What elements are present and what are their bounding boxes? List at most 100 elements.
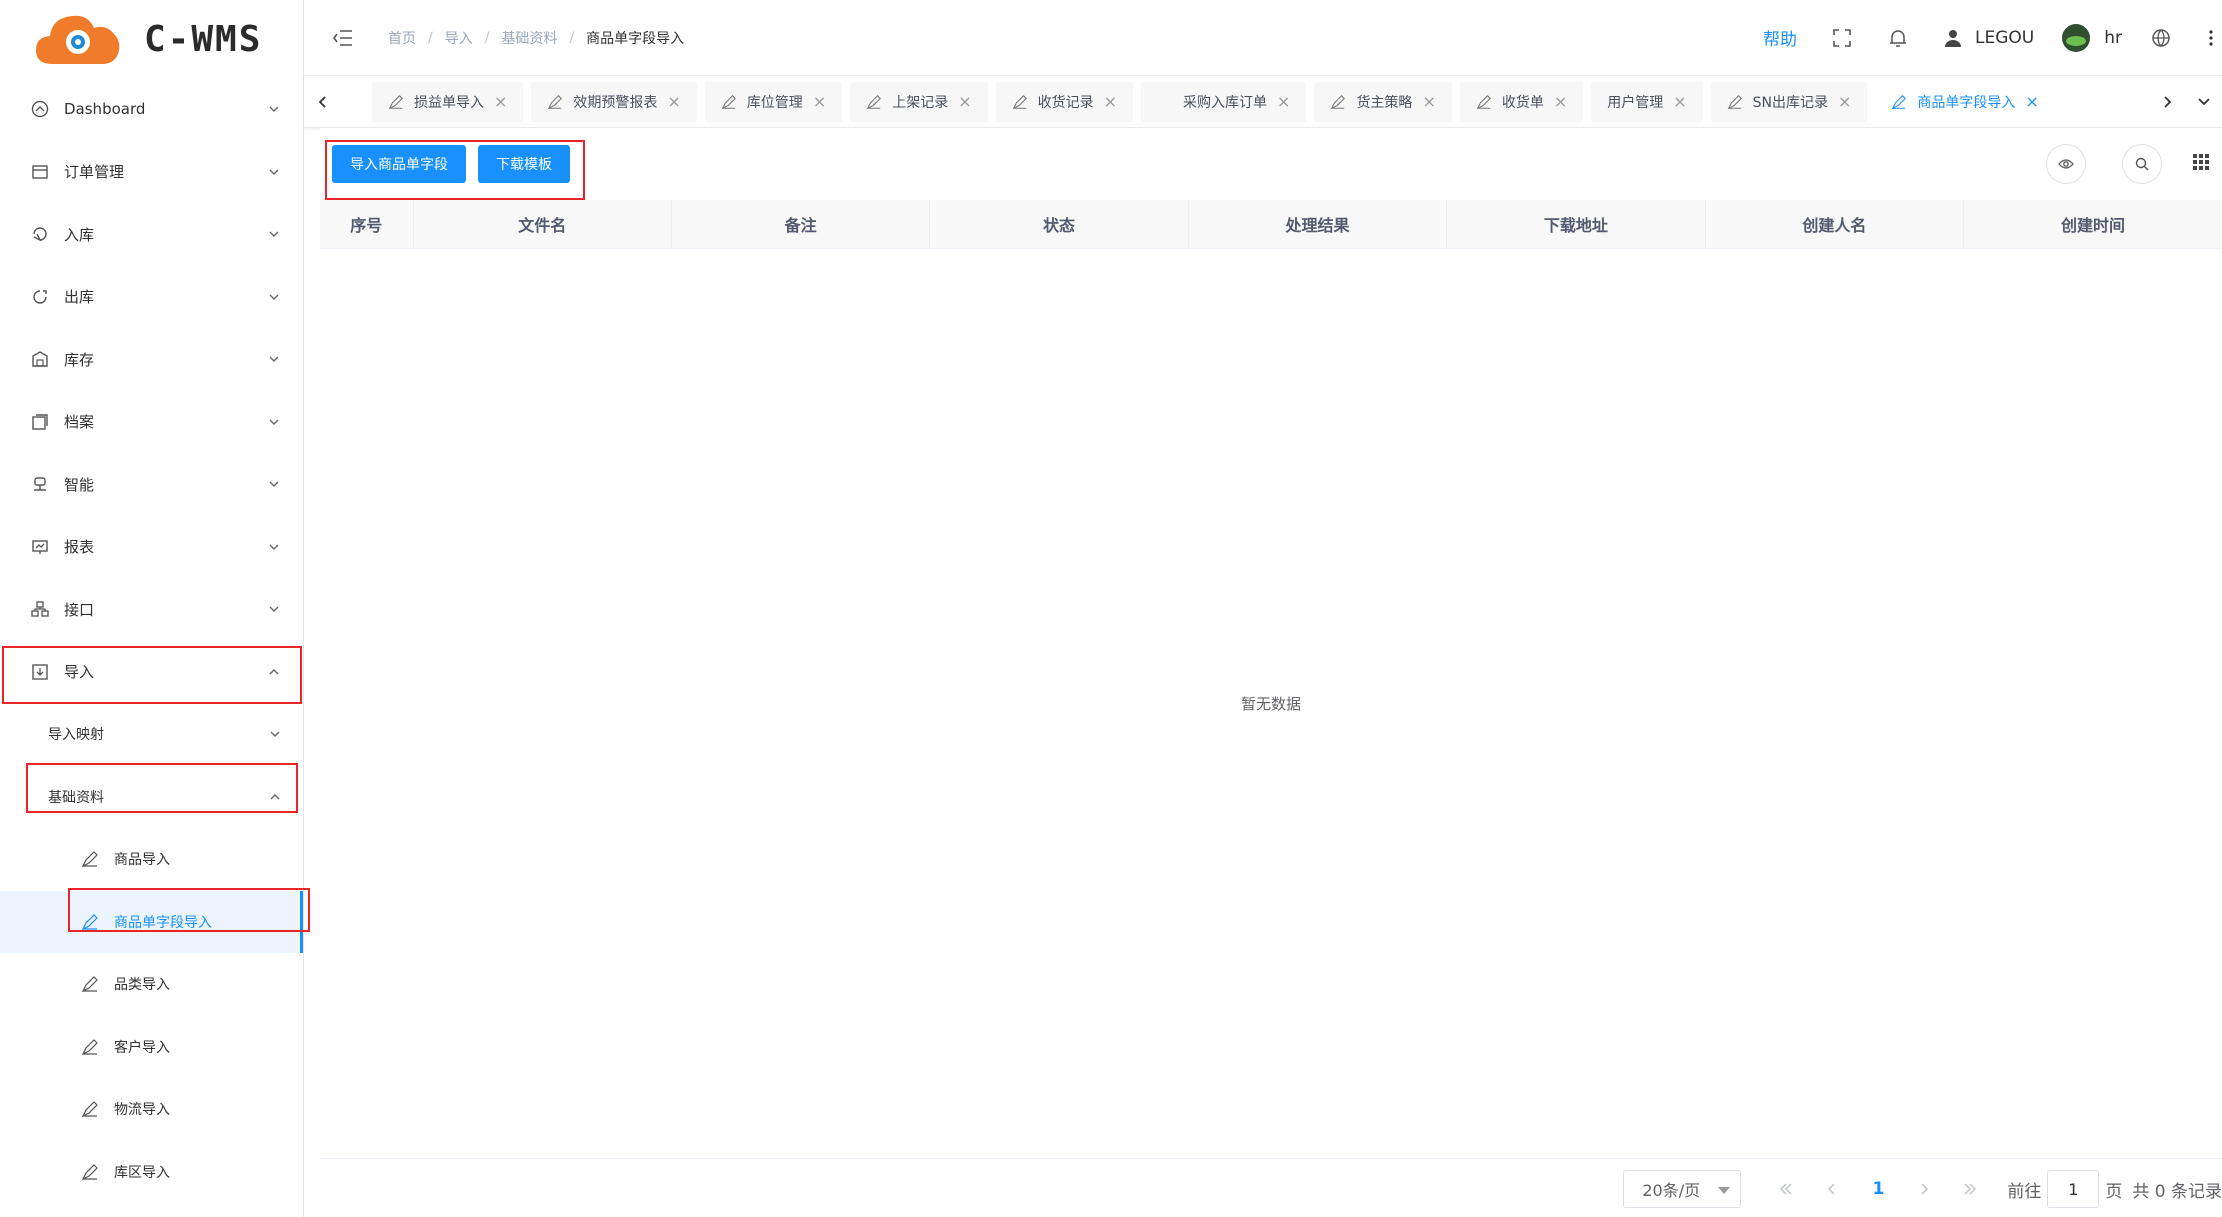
breadcrumb-basic-data[interactable]: 基础资料 (501, 28, 557, 48)
bell-icon[interactable] (1887, 27, 1909, 49)
column-header-status[interactable]: 状态 (929, 200, 1189, 249)
column-header-result[interactable]: 处理结果 (1188, 200, 1448, 249)
tab-receiving-records[interactable]: 收货记录 × (995, 81, 1134, 122)
close-icon[interactable]: × (1673, 92, 1686, 111)
column-header-download-url[interactable]: 下载地址 (1446, 200, 1706, 249)
page-size-select[interactable]: 20条/页 (1623, 1170, 1742, 1208)
breadcrumb: 首页 / 导入 / 基础资料 / 商品单字段导入 (388, 28, 684, 48)
close-icon[interactable]: × (958, 92, 971, 111)
pen-icon (1727, 93, 1745, 111)
avatar[interactable] (2062, 23, 2091, 52)
tabs-dropdown-icon[interactable] (2186, 76, 2222, 128)
chevron-right-icon[interactable] (2150, 76, 2186, 128)
close-icon[interactable]: × (667, 92, 680, 111)
globe-icon[interactable] (2150, 27, 2172, 49)
tab-loss-import[interactable]: 损益单导入 × (372, 81, 524, 122)
import-field-button[interactable]: 导入商品单字段 (332, 145, 466, 183)
chevron-down-icon (269, 726, 281, 742)
close-icon[interactable]: × (1277, 92, 1290, 111)
sidebar-item-product-field-import[interactable]: 商品单字段导入 (0, 890, 303, 953)
tab-owner-strategy[interactable]: 货主策略 × (1314, 81, 1452, 122)
import-icon (30, 662, 50, 682)
cloud-logo-icon (34, 10, 122, 68)
pagination: 20条/页 1 前往 1 页 共 0 条记录 (320, 1161, 2222, 1217)
inventory-icon (30, 349, 50, 369)
pen-icon (80, 912, 100, 932)
tab-label: SN出库记录 (1752, 94, 1829, 111)
eye-icon[interactable] (2046, 144, 2086, 184)
sidebar-item-logistics-import[interactable]: 物流导入 (0, 1078, 303, 1141)
sidebar-item-customer-import[interactable]: 客户导入 (0, 1016, 303, 1079)
column-header-remark[interactable]: 备注 (671, 200, 931, 249)
sidebar-item-label: 导入 (64, 663, 95, 682)
sidebar-item-inbound[interactable]: 入库 (0, 203, 303, 266)
download-template-button[interactable]: 下载模板 (478, 145, 570, 183)
archive-icon (30, 412, 50, 432)
sidebar-item-archive[interactable]: 档案 (0, 391, 303, 454)
sidebar-item-label: 品类导入 (114, 977, 170, 994)
close-icon[interactable]: × (494, 92, 507, 111)
tab-purchase-inbound[interactable]: 采购入库订单 × (1141, 81, 1307, 122)
api-icon (30, 599, 50, 619)
breadcrumb-separator: / (428, 29, 433, 46)
sidebar-item-orders[interactable]: 订单管理 (0, 141, 303, 204)
prev-page-icon[interactable] (1815, 1172, 1849, 1206)
close-icon[interactable]: × (1422, 92, 1435, 111)
chevron-left-icon[interactable] (304, 76, 340, 128)
tab-receipt[interactable]: 收货单 × (1459, 81, 1584, 122)
sidebar-item-import-mapping[interactable]: 导入映射 (0, 703, 303, 766)
sidebar-item-label: 物流导入 (114, 1102, 170, 1119)
chevron-down-icon (267, 165, 281, 179)
close-icon[interactable]: × (1104, 92, 1117, 111)
chevron-up-icon (269, 789, 281, 805)
tab-user-mgmt[interactable]: 用户管理 × (1591, 81, 1703, 122)
search-icon[interactable] (2122, 144, 2162, 184)
close-icon[interactable]: × (2025, 92, 2038, 111)
first-page-icon[interactable] (1769, 1172, 1803, 1206)
column-header-creator[interactable]: 创建人名 (1705, 200, 1965, 249)
pen-icon (80, 1162, 100, 1182)
more-vertical-icon[interactable] (2206, 27, 2216, 49)
blank-icon (1157, 93, 1175, 111)
sidebar-item-api[interactable]: 接口 (0, 578, 303, 641)
help-link[interactable]: 帮助 (1763, 25, 1797, 50)
inbound-icon (30, 224, 50, 244)
tab-product-field-import[interactable]: 商品单字段导入 × (1875, 81, 2055, 122)
tab-expiry-report[interactable]: 效期预警报表 × (531, 81, 697, 122)
sidebar-item-import[interactable]: 导入 (0, 641, 303, 704)
goto-page-input[interactable]: 1 (2047, 1170, 2100, 1208)
sidebar-item-zone-import[interactable]: 库区导入 (0, 1141, 303, 1204)
tab-putaway-records[interactable]: 上架记录 × (850, 81, 988, 122)
breadcrumb-separator: / (569, 29, 575, 46)
next-page-icon[interactable] (1907, 1172, 1941, 1206)
column-header-created-time[interactable]: 创建时间 (1963, 200, 2222, 249)
sidebar-item-inventory[interactable]: 库存 (0, 328, 303, 391)
column-header-index[interactable]: 序号 (320, 200, 414, 249)
sidebar-item-smart[interactable]: 智能 (0, 453, 303, 516)
fullscreen-icon[interactable] (1831, 27, 1853, 49)
account-name[interactable]: hr (2104, 28, 2122, 48)
last-page-icon[interactable] (1953, 1172, 1987, 1206)
data-table: 序号 文件名 备注 状态 处理结果 下载地址 创建人名 创建时间 (320, 200, 2222, 249)
sidebar-item-basic-data[interactable]: 基础资料 (0, 766, 303, 829)
user-menu[interactable]: LEGOU (1943, 28, 2034, 48)
column-header-filename[interactable]: 文件名 (413, 200, 672, 249)
page-number-current[interactable]: 1 (1861, 1172, 1895, 1206)
tab-label: 效期预警报表 (573, 94, 658, 111)
breadcrumb-home[interactable]: 首页 (388, 28, 416, 48)
grid-icon[interactable] (2192, 153, 2210, 175)
sidebar-item-report[interactable]: 报表 (0, 516, 303, 579)
menu-fold-icon[interactable] (332, 29, 354, 47)
user-icon (1945, 29, 1962, 47)
tab-location-mgmt[interactable]: 库位管理 × (704, 81, 843, 122)
sidebar-item-category-import[interactable]: 品类导入 (0, 953, 303, 1016)
tab-sn-outbound[interactable]: SN出库记录 × (1710, 81, 1868, 122)
close-icon[interactable]: × (1554, 92, 1567, 111)
sidebar-item-dashboard[interactable]: Dashboard (0, 78, 303, 141)
breadcrumb-import[interactable]: 导入 (445, 28, 473, 48)
sidebar-item-product-import[interactable]: 商品导入 (0, 828, 303, 891)
tab-label: 货主策略 (1356, 94, 1413, 111)
close-icon[interactable]: × (1838, 92, 1851, 111)
sidebar-item-outbound[interactable]: 出库 (0, 266, 303, 329)
close-icon[interactable]: × (813, 92, 826, 111)
